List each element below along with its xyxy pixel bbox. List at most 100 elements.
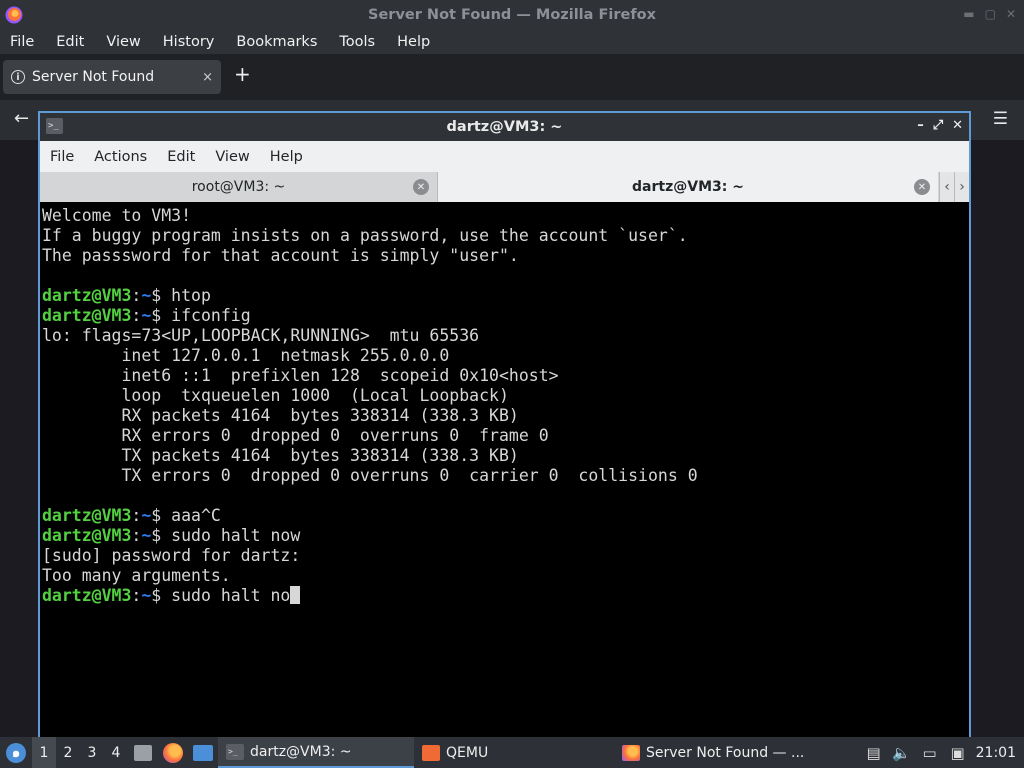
firefox-window-title: Server Not Found — Mozilla Firefox [368, 7, 656, 23]
task-qemu[interactable]: QEMU [414, 737, 614, 768]
prompt-colon: : [131, 586, 142, 605]
terminal-titlebar[interactable]: >_ dartz@VM3: ~ – ⤢ ✕ [40, 113, 969, 141]
output-line: lo: flags=73<UP,LOOPBACK,RUNNING> mtu 65… [42, 326, 480, 345]
tab-label: Server Not Found [32, 69, 155, 85]
prompt-path: ~ [141, 586, 152, 605]
chevron-left-icon[interactable]: ‹ [939, 172, 954, 202]
tab-close-icon[interactable]: ✕ [914, 179, 930, 195]
prompt-path: ~ [141, 526, 152, 545]
desktop-1[interactable]: 1 [32, 737, 56, 768]
firefox-launcher[interactable] [158, 737, 188, 768]
terminal-menu-actions[interactable]: Actions [84, 149, 157, 165]
file-manager-launcher[interactable] [128, 737, 158, 768]
prompt-user: dartz@VM3 [42, 526, 132, 545]
prompt-line: dartz@VM3:~$ ifconfig [42, 306, 967, 326]
terminal-tab-dartz[interactable]: dartz@VM3: ~ ✕ [438, 172, 938, 202]
output-line: TX errors 0 dropped 0 overruns 0 carrier… [42, 466, 698, 485]
firefox-titlebar: Server Not Found — Mozilla Firefox ▬ ▢ ✕ [0, 0, 1024, 30]
menu-file[interactable]: File [0, 34, 45, 50]
firefox-icon [622, 744, 640, 761]
prompt-symbol: $ [151, 526, 172, 545]
start-menu-button[interactable]: ๑ [0, 737, 32, 768]
back-button[interactable]: ← [14, 108, 29, 129]
desktop-4[interactable]: 4 [104, 737, 128, 768]
desktop-3[interactable]: 3 [80, 737, 104, 768]
terminal-app-icon: >_ [46, 118, 63, 134]
text-cursor [290, 586, 301, 604]
output-line: The passsword for that account is simply… [42, 246, 519, 265]
output-line: inet6 ::1 prefixlen 128 scopeid 0x10<hos… [42, 366, 559, 385]
command-text: ifconfig [171, 306, 251, 325]
command-text: sudo halt no [171, 586, 291, 605]
terminal-menu-help[interactable]: Help [260, 149, 313, 165]
task-label: dartz@VM3: ~ [250, 743, 352, 760]
tab-scroll-buttons: ‹ › [939, 172, 969, 202]
task-firefox[interactable]: Server Not Found — ... [614, 737, 814, 768]
prompt-symbol: $ [151, 506, 172, 525]
command-text: aaa^C [171, 506, 221, 525]
terminal-tab-label: root@VM3: ~ [191, 179, 286, 195]
close-icon[interactable]: ✕ [1006, 7, 1016, 21]
prompt-user: dartz@VM3 [42, 286, 132, 305]
close-icon[interactable]: ✕ [952, 118, 963, 133]
minimize-icon[interactable]: ▬ [963, 7, 974, 21]
prompt-line: dartz@VM3:~$ aaa^C [42, 506, 967, 526]
clipboard-icon[interactable]: ▤ [860, 737, 888, 768]
prompt-line: dartz@VM3:~$ sudo halt no [42, 586, 967, 606]
clock[interactable]: 21:01 [972, 745, 1024, 761]
prompt-colon: : [131, 306, 142, 325]
terminal-icon: >_ [226, 743, 244, 760]
menu-view[interactable]: View [95, 34, 151, 50]
show-desktop-icon [193, 744, 213, 761]
terminal-menu-file[interactable]: File [40, 149, 84, 165]
taskbar: ๑ 1 2 3 4 >_ dartz@VM3: ~ QEMU Server No… [0, 737, 1024, 768]
menu-history[interactable]: History [152, 34, 226, 50]
app-menu-button[interactable]: ☰ [993, 109, 1008, 129]
terminal-tab-root[interactable]: root@VM3: ~ ✕ [40, 172, 438, 202]
tab-close-icon[interactable]: × [202, 70, 213, 85]
new-tab-button[interactable]: + [234, 62, 251, 86]
terminal-window: >_ dartz@VM3: ~ – ⤢ ✕ File Actions Edit … [38, 111, 971, 740]
prompt-user: dartz@VM3 [42, 306, 132, 325]
info-icon: i [11, 70, 25, 84]
menu-tools[interactable]: Tools [328, 34, 386, 50]
network-icon[interactable]: ▣ [944, 737, 972, 768]
prompt-path: ~ [141, 506, 152, 525]
start-menu-icon: ๑ [6, 742, 26, 763]
prompt-colon: : [131, 526, 142, 545]
tab-close-icon[interactable]: ✕ [413, 179, 429, 195]
output-line: If a buggy program insists on a password… [42, 226, 688, 245]
terminal-window-title: dartz@VM3: ~ [446, 119, 563, 135]
prompt-user: dartz@VM3 [42, 506, 132, 525]
terminal-output[interactable]: Welcome to VM3! If a buggy program insist… [42, 206, 967, 736]
command-text: sudo halt now [171, 526, 301, 545]
task-label: Server Not Found — ... [646, 744, 805, 761]
terminal-window-controls: – ⤢ ✕ [917, 118, 963, 133]
prompt-line: dartz@VM3:~$ sudo halt now [42, 526, 967, 546]
maximize-icon[interactable]: ▢ [985, 7, 996, 21]
tab-server-not-found[interactable]: i Server Not Found × [3, 60, 221, 94]
firefox-window-controls: ▬ ▢ ✕ [963, 7, 1016, 21]
output-line: Too many arguments. [42, 566, 231, 585]
chevron-right-icon[interactable]: › [954, 172, 969, 202]
notes-icon[interactable]: ▭ [916, 737, 944, 768]
menu-edit[interactable]: Edit [45, 34, 95, 50]
output-line: [sudo] password for dartz: [42, 546, 301, 565]
terminal-menubar: File Actions Edit View Help [40, 141, 969, 172]
desktop-launcher[interactable] [188, 737, 218, 768]
terminal-menu-edit[interactable]: Edit [157, 149, 205, 165]
volume-icon[interactable]: 🔈 [888, 737, 916, 768]
desktop-2[interactable]: 2 [56, 737, 80, 768]
maximize-icon[interactable]: ⤢ [933, 118, 943, 133]
task-terminal[interactable]: >_ dartz@VM3: ~ [218, 737, 414, 768]
minimize-icon[interactable]: – [917, 118, 924, 133]
output-line: RX errors 0 dropped 0 overruns 0 frame 0 [42, 426, 549, 445]
prompt-user: dartz@VM3 [42, 586, 132, 605]
menu-help[interactable]: Help [386, 34, 441, 50]
menu-bookmarks[interactable]: Bookmarks [225, 34, 328, 50]
file-manager-icon [134, 744, 152, 761]
terminal-menu-view[interactable]: View [205, 149, 259, 165]
firefox-logo-icon [5, 6, 23, 24]
task-label: QEMU [446, 744, 489, 761]
